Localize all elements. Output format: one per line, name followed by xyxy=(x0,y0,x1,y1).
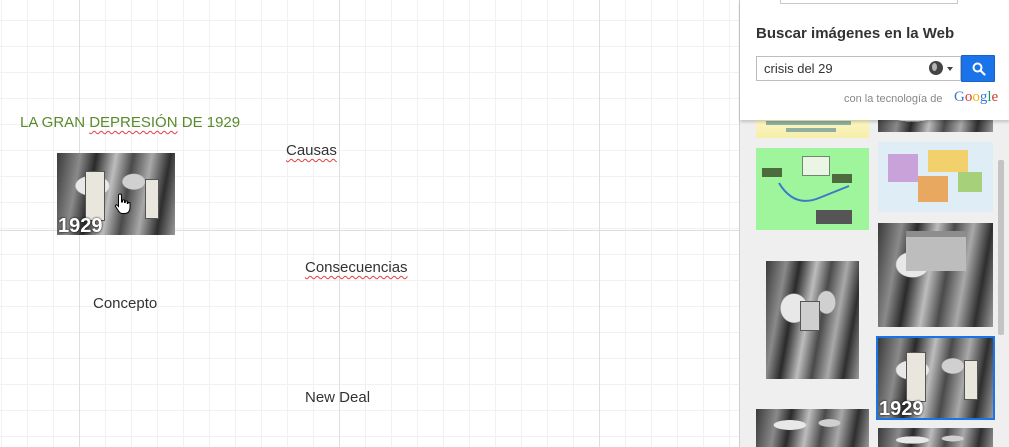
image-result[interactable] xyxy=(766,261,859,379)
image-results[interactable]: 1929 xyxy=(740,110,1009,447)
grid-line xyxy=(599,0,600,447)
thumb-detail xyxy=(766,121,851,125)
title-part-misspelled: DEPRESIÓN xyxy=(89,114,178,131)
image-result[interactable] xyxy=(878,223,993,327)
node-causas[interactable]: Causas xyxy=(286,142,337,159)
globe-icon[interactable] xyxy=(929,61,943,75)
node-consecuencias[interactable]: Consecuencias xyxy=(305,259,408,276)
thumb-detail xyxy=(800,301,820,331)
canvas-title[interactable]: LA GRAN DEPRESIÓN DE 1929 xyxy=(20,114,240,131)
search-icon xyxy=(972,62,986,76)
thumb-detail xyxy=(906,231,966,271)
thumb-detail xyxy=(928,150,968,172)
image-search-panel: 1929 Buscar imágenes en la Web crisis de… xyxy=(739,0,1009,447)
thumb-detail xyxy=(762,168,782,177)
logo-letter: e xyxy=(991,89,999,105)
photo-detail xyxy=(145,179,159,219)
thumb-detail xyxy=(888,154,918,182)
thumb-detail xyxy=(906,352,926,402)
image-result[interactable] xyxy=(878,142,993,212)
top-input-edge xyxy=(780,0,958,4)
image-result[interactable] xyxy=(756,118,869,138)
thumb-detail xyxy=(958,172,982,192)
node-concepto[interactable]: Concepto xyxy=(93,295,157,312)
logo-letter: o xyxy=(972,89,980,105)
thumb-detail xyxy=(786,128,836,132)
node-new-deal[interactable]: New Deal xyxy=(305,389,370,406)
canvas[interactable]: LA GRAN DEPRESIÓN DE 1929 Causas Consecu… xyxy=(0,0,739,447)
photo-detail xyxy=(85,171,105,221)
chevron-down-icon[interactable] xyxy=(947,67,953,71)
logo-letter: G xyxy=(954,89,965,105)
hand-cursor-icon xyxy=(114,193,131,214)
panel-header: Buscar imágenes en la Web crisis del 29 … xyxy=(740,0,1009,120)
thumb-year-label: 1929 xyxy=(879,398,924,418)
photo-year-label: 1929 xyxy=(58,215,103,235)
image-result[interactable] xyxy=(878,428,993,447)
search-button[interactable] xyxy=(961,55,995,82)
results-scrollbar[interactable] xyxy=(998,160,1004,335)
google-logo: Google xyxy=(954,89,998,106)
thumb-detail xyxy=(778,182,850,202)
powered-by-text: con la tecnología de xyxy=(844,93,943,105)
thumb-detail xyxy=(918,176,948,202)
image-result[interactable] xyxy=(756,148,869,230)
thumb-detail xyxy=(964,360,978,400)
thumb-detail xyxy=(802,156,830,176)
grid-line xyxy=(339,0,340,447)
image-result[interactable] xyxy=(756,409,869,447)
title-part: DE 1929 xyxy=(177,114,241,131)
title-part: LA GRAN xyxy=(20,114,90,131)
image-result-selected[interactable]: 1929 xyxy=(876,336,995,420)
panel-title: Buscar imágenes en la Web xyxy=(756,25,955,42)
